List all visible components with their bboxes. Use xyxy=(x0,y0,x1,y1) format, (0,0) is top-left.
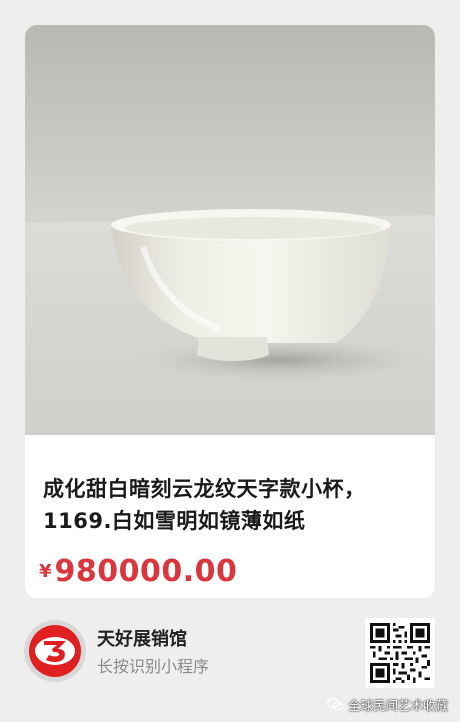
product-card[interactable]: 成化甜白暗刻云龙纹天字款小杯，1169.白如雪明如镜薄如纸 ¥980000.00 xyxy=(25,25,435,598)
product-photo[interactable] xyxy=(25,25,435,435)
watermark: 全球民间艺术收藏 xyxy=(327,695,448,714)
red-3-logo-icon[interactable] xyxy=(22,618,88,684)
price-amount: 980000.00 xyxy=(54,554,238,589)
wechat-icon xyxy=(327,697,344,711)
store-hint: 长按识别小程序 xyxy=(97,657,210,676)
watermark-text: 全球民间艺术收藏 xyxy=(347,698,448,713)
product-title: 成化甜白暗刻云龙纹天字款小杯，1169.白如雪明如镜薄如纸 xyxy=(43,477,366,533)
store-name: 天好展销馆 xyxy=(97,629,187,650)
qr-code[interactable] xyxy=(365,618,435,688)
currency-symbol: ¥ xyxy=(39,561,52,582)
product-price: ¥980000.00 xyxy=(39,554,237,589)
qr-code-icon xyxy=(370,623,430,683)
